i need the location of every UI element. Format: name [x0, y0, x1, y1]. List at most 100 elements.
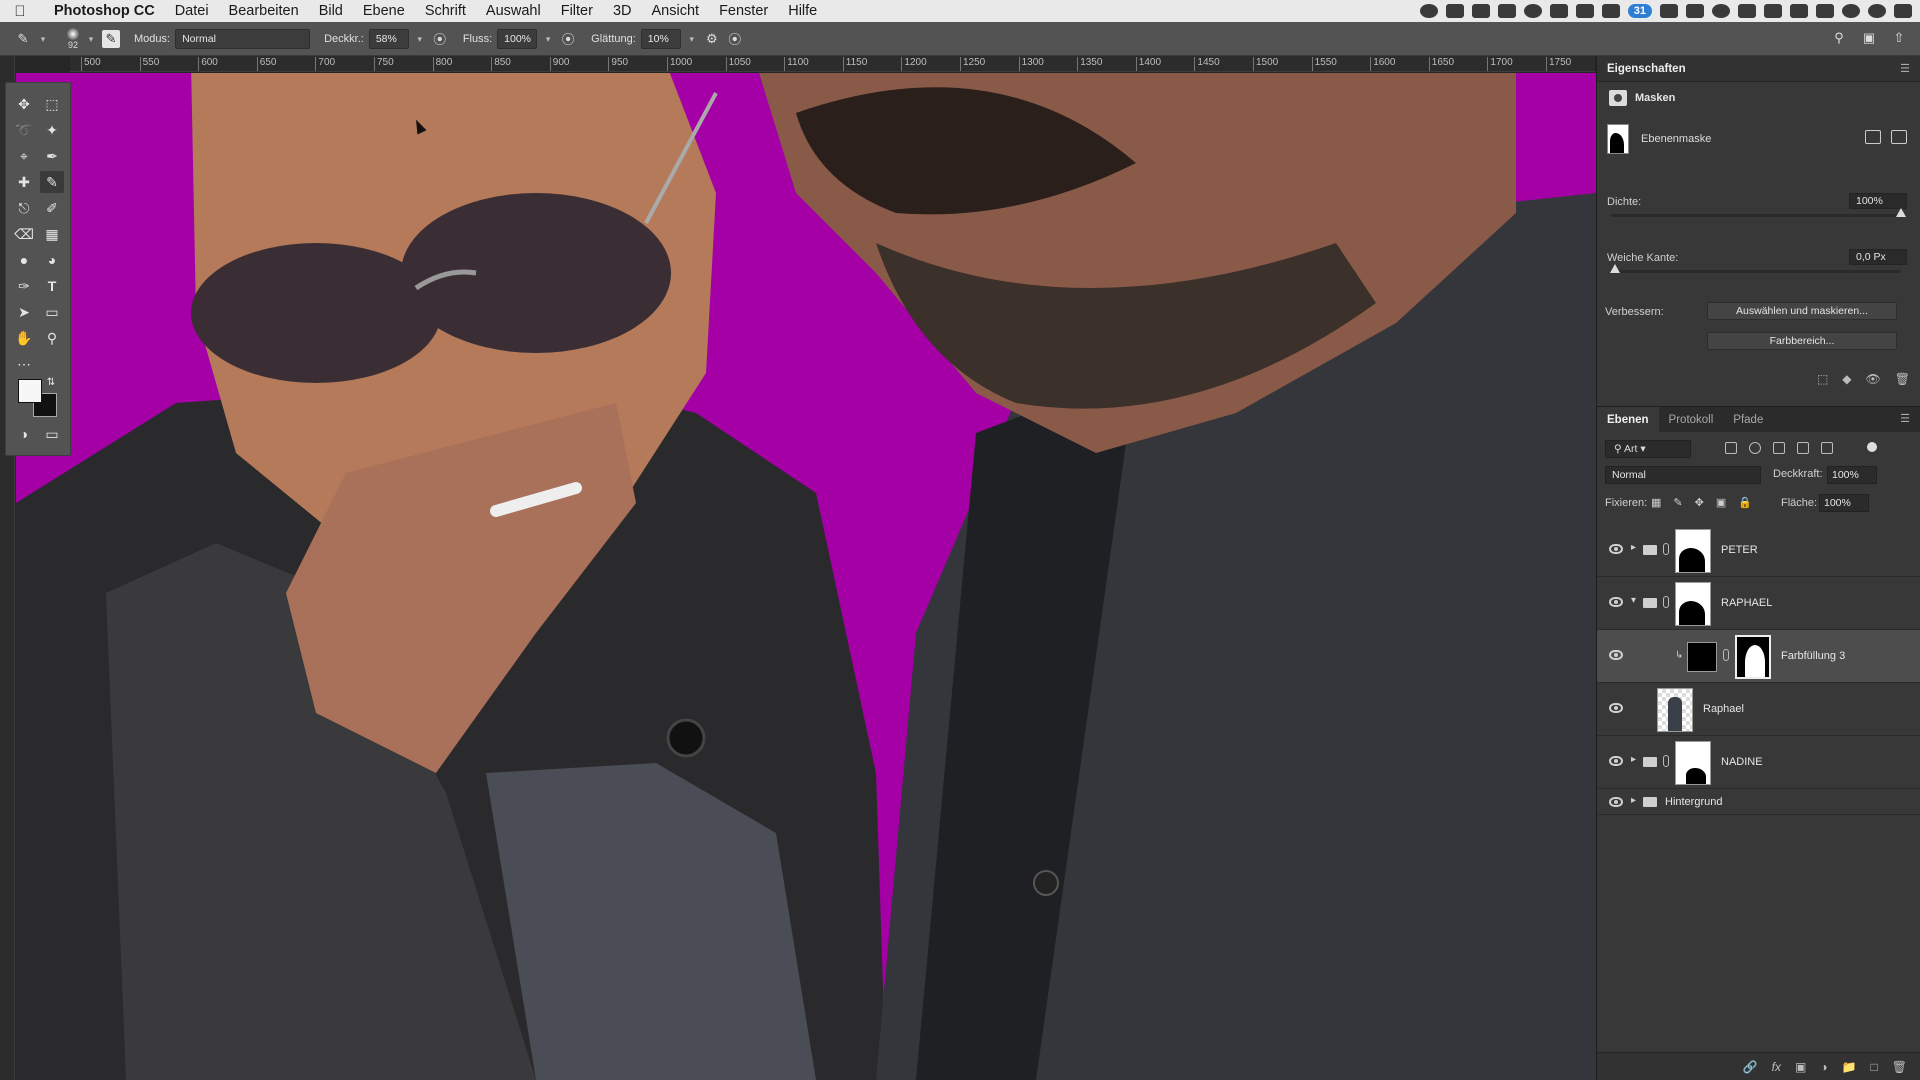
menu-3d[interactable]: 3D — [603, 3, 642, 19]
blend-mode-select[interactable]: Normal — [1605, 466, 1761, 484]
properties-menu-icon[interactable]: ☰ — [1900, 62, 1910, 75]
layer-row[interactable]: ▾ RAPHAEL — [1597, 577, 1920, 630]
visibility-eye-icon[interactable] — [1609, 797, 1623, 807]
add-mask-icon[interactable]: ▣ — [1795, 1060, 1806, 1074]
search-icon[interactable]: ⚲ — [1830, 29, 1848, 47]
fill-input[interactable]: 100% — [1819, 494, 1869, 512]
layer-row-selected[interactable]: ↳ Farbfüllung 3 — [1597, 630, 1920, 683]
chevron-down-icon[interactable]: ▾ — [1631, 595, 1636, 606]
menu-fenster[interactable]: Fenster — [709, 3, 778, 19]
load-selection-icon[interactable]: ⬚ — [1817, 372, 1828, 386]
delete-layer-icon[interactable]: 🗑 — [1892, 1060, 1907, 1074]
wifi-icon[interactable] — [1764, 4, 1782, 18]
menu-auswahl[interactable]: Auswahl — [476, 3, 551, 19]
filter-toggle-icon[interactable] — [1867, 442, 1877, 452]
apple-menu-icon[interactable]:  — [0, 3, 40, 20]
brightness-icon[interactable] — [1738, 4, 1756, 18]
lock-artboard-icon[interactable]: ▣ — [1716, 496, 1726, 509]
link-icon[interactable] — [1663, 596, 1669, 608]
layer-row[interactable]: ▸ NADINE — [1597, 736, 1920, 789]
link-icon[interactable] — [1723, 649, 1729, 661]
filter-type-icon[interactable] — [1773, 442, 1785, 454]
workspace-icon[interactable]: ▣ — [1860, 29, 1878, 47]
time-machine-icon[interactable] — [1712, 4, 1730, 18]
menu-datei[interactable]: Datei — [165, 3, 219, 19]
lock-all-icon[interactable]: 🔒 — [1738, 496, 1752, 509]
brush-preset-chevron-icon[interactable]: ▾ — [85, 29, 97, 49]
layers-menu-icon[interactable]: ☰ — [1900, 412, 1910, 425]
tab-ebenen[interactable]: Ebenen — [1597, 407, 1659, 432]
menu-bearbeiten[interactable]: Bearbeiten — [219, 3, 309, 19]
layer-mask-thumbnail[interactable] — [1675, 741, 1711, 785]
delete-mask-icon[interactable]: 🗑 — [1895, 372, 1910, 386]
layer-row[interactable]: ▸ Hintergrund — [1597, 789, 1920, 815]
notification-badge[interactable]: 31 — [1627, 4, 1652, 18]
hand-tool-icon[interactable]: ✋ — [12, 327, 36, 349]
filter-smart-object-icon[interactable] — [1821, 442, 1833, 454]
move-tool-icon[interactable]: ✥ — [12, 93, 36, 115]
layer-row[interactable]: ▸ PETER — [1597, 524, 1920, 577]
visibility-eye-icon[interactable]: 👁 — [1866, 372, 1881, 386]
layer-name[interactable]: Farbfüllung 3 — [1781, 650, 1845, 662]
menu-filter[interactable]: Filter — [551, 3, 603, 19]
density-slider-thumb[interactable] — [1896, 208, 1906, 217]
smart-object-thumbnail[interactable] — [1657, 688, 1693, 732]
brush-tool-icon[interactable]: ✎ — [14, 30, 32, 48]
apply-mask-icon[interactable]: ◆ — [1842, 372, 1851, 386]
lock-transparency-icon[interactable]: ▦ — [1651, 496, 1661, 509]
history-brush-tool-icon[interactable]: ✐ — [40, 197, 64, 219]
link-icon[interactable] — [1663, 543, 1669, 555]
airplay-icon[interactable] — [1790, 4, 1808, 18]
smoothing-input[interactable]: 10% — [640, 28, 681, 49]
siri-icon[interactable] — [1868, 4, 1886, 18]
layer-filter-select[interactable]: ⚲ Art ▾ — [1605, 440, 1691, 458]
creative-cloud-icon[interactable] — [1523, 4, 1542, 18]
pressure-opacity-icon[interactable]: ⦿ — [431, 30, 449, 48]
menu-ebene[interactable]: Ebene — [353, 3, 415, 19]
menu-hilfe[interactable]: Hilfe — [778, 3, 827, 19]
tab-protokoll[interactable]: Protokoll — [1659, 407, 1724, 432]
visibility-eye-icon[interactable] — [1609, 756, 1623, 766]
visibility-eye-icon[interactable] — [1609, 544, 1623, 554]
feather-input[interactable]: 0,0 Px — [1849, 249, 1907, 265]
record-icon[interactable] — [1419, 4, 1438, 18]
layer-name[interactable]: Hintergrund — [1665, 796, 1722, 808]
menu-bild[interactable]: Bild — [309, 3, 353, 19]
evernote-icon[interactable] — [1549, 4, 1568, 18]
layer-name[interactable]: RAPHAEL — [1721, 597, 1772, 609]
properties-title[interactable]: Eigenschaften — [1607, 63, 1686, 75]
zoom-tool-icon[interactable]: ⚲ — [40, 327, 64, 349]
layer-name[interactable]: PETER — [1721, 544, 1758, 556]
link-layers-icon[interactable]: 🔗 — [1743, 1060, 1758, 1074]
chevron-right-icon[interactable]: ▸ — [1631, 542, 1636, 553]
menu-ansicht[interactable]: Ansicht — [642, 3, 710, 19]
flow-input[interactable]: 100% — [497, 28, 538, 49]
tool-icon[interactable] — [1575, 4, 1594, 18]
density-input[interactable]: 100% — [1849, 193, 1907, 209]
dropbox-icon[interactable] — [1471, 4, 1490, 18]
lock-position-icon[interactable]: ✥ — [1695, 496, 1704, 509]
type-tool-icon[interactable]: T — [40, 275, 64, 297]
fx-icon[interactable]: fx — [1772, 1060, 1781, 1074]
tab-pfade[interactable]: Pfade — [1723, 407, 1773, 432]
search-icon[interactable] — [1842, 4, 1860, 18]
crop-tool-icon[interactable]: ⌖ — [12, 145, 36, 167]
menu-schrift[interactable]: Schrift — [415, 3, 476, 19]
flow-chevron-icon[interactable]: ▾ — [542, 29, 554, 49]
smoothing-chevron-icon[interactable]: ▾ — [686, 29, 698, 49]
brush-preview-icon[interactable] — [67, 27, 79, 40]
chevron-right-icon[interactable]: ▸ — [1631, 754, 1636, 765]
rectangle-tool-icon[interactable]: ▭ — [40, 301, 64, 323]
display-icon[interactable] — [1445, 4, 1464, 18]
opacity-chevron-icon[interactable]: ▾ — [414, 29, 426, 49]
color-range-button[interactable]: Farbbereich... — [1707, 332, 1897, 350]
feather-slider-thumb[interactable] — [1610, 264, 1620, 273]
airbrush-icon[interactable]: ⦿ — [559, 30, 577, 48]
visibility-eye-icon[interactable] — [1609, 650, 1623, 660]
lasso-tool-icon[interactable]: ➰ — [12, 119, 36, 141]
density-slider[interactable] — [1611, 214, 1901, 217]
visibility-eye-icon[interactable] — [1609, 703, 1623, 713]
cloud-icon[interactable] — [1497, 4, 1516, 18]
opacity-input[interactable]: 58% — [368, 28, 409, 49]
path-selection-tool-icon[interactable]: ➤ — [12, 301, 36, 323]
